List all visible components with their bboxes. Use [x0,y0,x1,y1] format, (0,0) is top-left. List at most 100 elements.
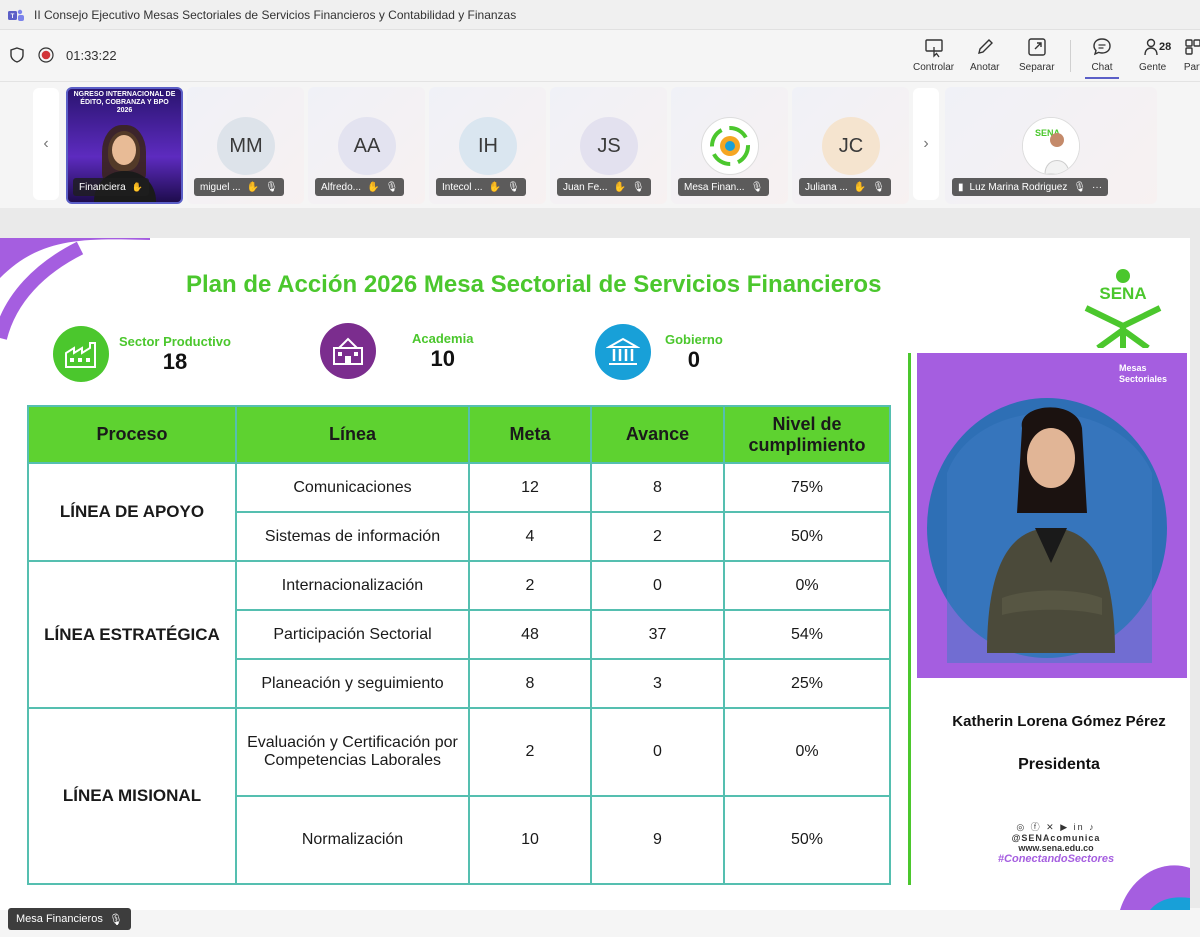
avance-cell: 2 [590,511,725,562]
participant-tile[interactable]: JS Juan Fe... ✋ 🎙 [550,87,667,204]
signal-icon: ▮ [958,181,964,193]
stat-value: 18 [162,348,188,374]
shared-content-stage: Plan de Acción 2026 Mesa Sectorial de Se… [0,208,1200,910]
linea-cell: Evaluación y Certificación por Competenc… [235,707,470,797]
annotate-button[interactable]: Anotar [970,36,999,73]
mesa-logo-icon [710,126,750,166]
header-proceso: Proceso [27,405,237,464]
window-title: II Consejo Ejecutivo Mesas Sectoriales d… [34,7,517,22]
avatar: IH [459,117,517,175]
mic-off-icon: 🎙 [385,181,399,193]
meta-cell: 8 [468,658,592,709]
presenter-photo-background: Mesas Sectoriales [917,353,1187,678]
meta-cell: 2 [468,560,592,611]
proceso-cell: LÍNEA DE APOYO [27,462,237,562]
chevron-left-icon: ‹ [43,135,49,152]
presentation-slide: Plan de Acción 2026 Mesa Sectorial de Se… [0,238,1190,910]
linea-cell: Internacionalización [235,560,470,611]
stat-gobierno: Gobierno 0 [595,324,723,380]
control-button[interactable]: Controlar [913,36,954,73]
linea-cell: Participación Sectorial [235,609,470,660]
more-icon [1185,39,1200,55]
header-nivel: Nivel de cumplimiento [723,405,891,464]
mic-off-icon: 🎙 [872,181,885,193]
active-speaker-tag: Mesa Financieros 🎙 [8,908,131,930]
participant-tile[interactable]: Mesa Finan... 🎙 [671,87,788,204]
stat-label: Sector Productivo [119,333,231,349]
hand-icon: ✋ [367,181,380,193]
participant-tile[interactable]: JC Juliana ... ✋ 🎙 [792,87,909,204]
participants-strip: ‹ NGRESO INTERNACIONAL DE ÉDITO, COBRANZ… [0,83,1200,208]
mic-off-icon: 🎙 [631,181,645,193]
svg-text:SENA: SENA [1099,284,1146,303]
social-hashtag: #ConectandoSectores [997,853,1115,865]
proceso-cell: LÍNEA ESTRATÉGICA [27,560,237,709]
more-button[interactable]: Part [1182,36,1200,73]
avatar: AA [338,117,396,175]
meta-cell: 2 [468,707,592,797]
avance-cell: 0 [590,560,725,611]
participant-tile-luz-marina[interactable]: SENA ▮ Luz Marina Rodriguez 🎙 ··· [945,87,1157,204]
scroll-left-button[interactable]: ‹ [33,88,59,200]
chat-icon [1093,38,1111,56]
nivel-cell: 54% [723,609,891,660]
person-photo-icon: SENA [1023,118,1079,174]
more-options-icon[interactable]: ··· [1092,182,1102,193]
header-meta: Meta [468,405,592,464]
avatar: JC [822,117,880,175]
popout-icon [1028,38,1046,56]
presenter-panel: Mesas Sectoriales Katherin Lorena Gómez … [908,353,1190,885]
meeting-timer: 01:33:22 [66,47,117,63]
avance-cell: 8 [590,462,725,513]
recording-icon [38,47,54,63]
factory-icon [53,326,109,382]
mesa-logo-avatar [701,117,759,175]
shield-icon [10,47,24,63]
name-tag: Financiera ✋ [73,178,149,196]
participant-tile[interactable]: MM miguel ... ✋ 🎙 [187,87,304,204]
participant-tile[interactable]: IH Intecol ... ✋ 🎙 [429,87,546,204]
svg-text:T: T [11,14,15,20]
nivel-cell: 75% [723,462,891,513]
meta-cell: 48 [468,609,592,660]
chat-button[interactable]: Chat [1085,36,1119,79]
mic-off-icon: 🎙 [265,181,278,193]
name-tag: miguel ... ✋ 🎙 [194,178,284,196]
participant-tile[interactable]: AA Alfredo... ✋ 🎙 [308,87,425,204]
linea-cell: Planeación y seguimiento [235,658,470,709]
name-tag: ▮ Luz Marina Rodriguez 🎙 ··· [952,178,1109,196]
stat-academia: Academia 10 [320,323,473,379]
scroll-right-button[interactable]: › [913,88,939,200]
school-icon [320,323,376,379]
hand-icon: ✋ [853,181,867,193]
name-tag: Juliana ... ✋ 🎙 [799,178,891,196]
table-row: LÍNEA ESTRATÉGICA Internacionalización 2… [27,560,891,709]
chevron-right-icon: › [923,135,929,152]
name-tag: Alfredo... ✋ 🎙 [315,178,405,196]
table-row: LÍNEA DE APOYO Comunicaciones 12 8 75% [27,462,891,562]
title-bar: T II Consejo Ejecutivo Mesas Sectoriales… [0,0,1200,30]
participant-tile-financiera[interactable]: NGRESO INTERNACIONAL DE ÉDITO, COBRANZA … [66,87,183,204]
people-count: 28 [1159,41,1172,53]
sena-logo-icon: SENA [1084,269,1162,351]
header-linea: Línea [235,405,470,464]
nivel-cell: 50% [723,511,891,562]
hand-icon: ✋ [613,181,626,193]
proceso-cell: LÍNEA MISIONAL [27,707,237,885]
teams-icon: T [8,9,24,21]
mic-off-icon: 🎙 [507,181,520,193]
nivel-cell: 0% [723,560,891,611]
social-handle: @SENAcomunica [1011,833,1101,843]
government-icon [595,324,651,380]
people-button[interactable]: 28 Gente [1139,36,1171,73]
stat-label: Gobierno [665,331,723,347]
avance-cell: 3 [590,658,725,709]
stat-value: 10 [430,345,455,371]
popout-button[interactable]: Separar [1019,36,1055,73]
pen-icon [977,39,993,54]
name-tag: Juan Fe... ✋ 🎙 [557,178,651,196]
meeting-toolbar: 01:33:22 Controlar Anotar Separar Chat 2… [0,30,1200,82]
meta-cell: 10 [468,795,592,885]
slide-title: Plan de Acción 2026 Mesa Sectorial de Se… [186,271,882,298]
social-website: www.sena.edu.co [1018,843,1094,853]
